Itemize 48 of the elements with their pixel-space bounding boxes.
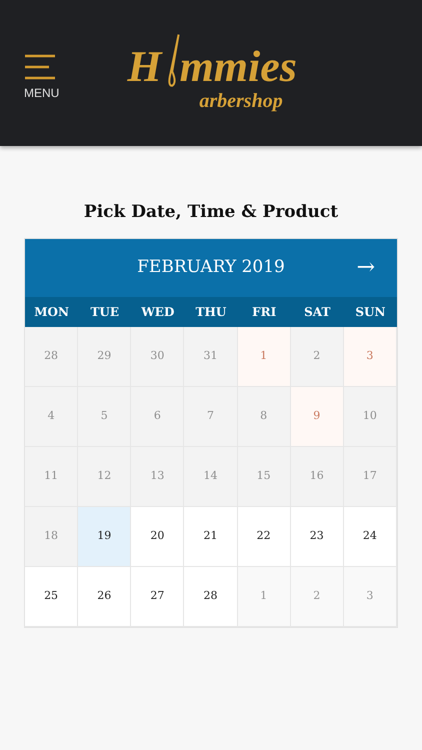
next-month-button[interactable]: → [356,256,375,278]
weekday-label: SAT [303,304,332,320]
day-cell[interactable]: 3 [344,326,397,386]
day-cell[interactable]: 28 [25,326,78,386]
day-cell[interactable]: 3 [344,566,397,626]
day-cell[interactable]: 2 [290,326,344,386]
day-cell[interactable]: 14 [184,446,238,506]
day-cell[interactable]: 19 [78,506,132,566]
day-cell[interactable]: 7 [184,386,238,446]
logo: H mmies arbershop [127,33,297,113]
day-cell[interactable]: 28 [184,566,238,626]
weekday-label: TUE [89,304,120,320]
day-cell[interactable]: 5 [78,386,132,446]
day-cell[interactable]: 6 [131,386,184,446]
day-cell[interactable]: 13 [131,446,184,506]
day-cell[interactable]: 31 [184,326,238,386]
day-cell[interactable]: 21 [184,506,238,566]
day-cell[interactable]: 26 [78,566,132,626]
day-cell[interactable]: 25 [25,566,78,626]
day-cell[interactable]: 23 [290,506,344,566]
weekday-label: THU [194,304,228,320]
day-cell[interactable]: 8 [238,386,291,446]
day-cell[interactable]: 24 [344,506,397,566]
day-cell[interactable]: 11 [25,446,78,506]
day-cell[interactable]: 2 [290,566,344,626]
day-cell[interactable]: 1 [238,326,291,386]
day-cell[interactable]: 9 [290,386,344,446]
weekday-label: FRI [251,304,278,320]
menu-button[interactable]: MENU [24,54,60,102]
weekday-label: SUN [354,304,386,320]
weekday-label: WED [140,304,176,320]
day-cell[interactable]: 15 [238,446,291,506]
menu-icon [24,54,56,80]
weekday-label: MON [33,304,70,320]
day-cell[interactable]: 16 [290,446,344,506]
month-label: FEBRUARY 2019 [137,256,285,279]
day-cell[interactable]: 22 [238,506,291,566]
day-cell[interactable]: 20 [131,506,184,566]
day-cell[interactable]: 4 [25,386,78,446]
day-cell[interactable]: 29 [78,326,132,386]
day-cell[interactable]: 30 [131,326,184,386]
page-title: Pick Date, Time & Product [82,201,340,224]
day-cell[interactable]: 27 [131,566,184,626]
day-cell[interactable]: 18 [25,506,78,566]
day-cell[interactable]: 17 [344,446,397,506]
day-cell[interactable]: 12 [78,446,132,506]
day-cell[interactable]: 1 [238,566,291,626]
day-cell[interactable]: 10 [344,386,397,446]
